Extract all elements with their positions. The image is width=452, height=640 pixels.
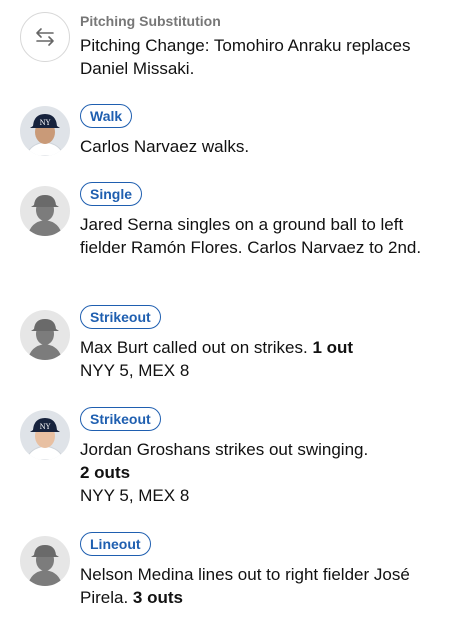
player-headshot[interactable]: NY <box>20 106 70 156</box>
play-description: Carlos Narvaez walks. <box>80 137 250 156</box>
substitution-avatar <box>20 12 70 62</box>
outs-count: 2 outs <box>80 463 131 482</box>
player-headshot[interactable]: NY <box>20 410 70 460</box>
player-silhouette-icon[interactable] <box>20 186 70 236</box>
player-silhouette-icon[interactable] <box>20 536 70 586</box>
play-type-badge: Strikeout <box>80 407 161 431</box>
outs-count: 3 outs <box>132 588 183 607</box>
swap-arrows-icon <box>36 28 54 46</box>
play-type-badge: Single <box>80 182 143 206</box>
score-line: NYY 5, MEX 8 <box>80 361 190 380</box>
play-description: Jordan Groshans strikes out swinging. <box>80 440 369 459</box>
outs-count: 1 out <box>312 338 354 357</box>
play-description: Nelson Medina lines out to right fielder… <box>80 565 410 607</box>
svg-text:NY: NY <box>40 119 51 127</box>
play-description: Pitching Change: Tomohiro Anraku replace… <box>80 36 411 78</box>
play-type-badge: Strikeout <box>80 305 161 329</box>
play-subhead: Pitching Substitution <box>80 13 221 29</box>
play-type-badge: Walk <box>80 104 133 128</box>
play-description: Jared Serna singles on a ground ball to … <box>80 215 422 257</box>
svg-text:NY: NY <box>40 423 51 431</box>
play-type-badge: Lineout <box>80 532 151 556</box>
play-description: Max Burt called out on strikes. <box>80 338 308 357</box>
score-line: NYY 5, MEX 8 <box>80 486 190 505</box>
player-silhouette-icon[interactable] <box>20 310 70 360</box>
